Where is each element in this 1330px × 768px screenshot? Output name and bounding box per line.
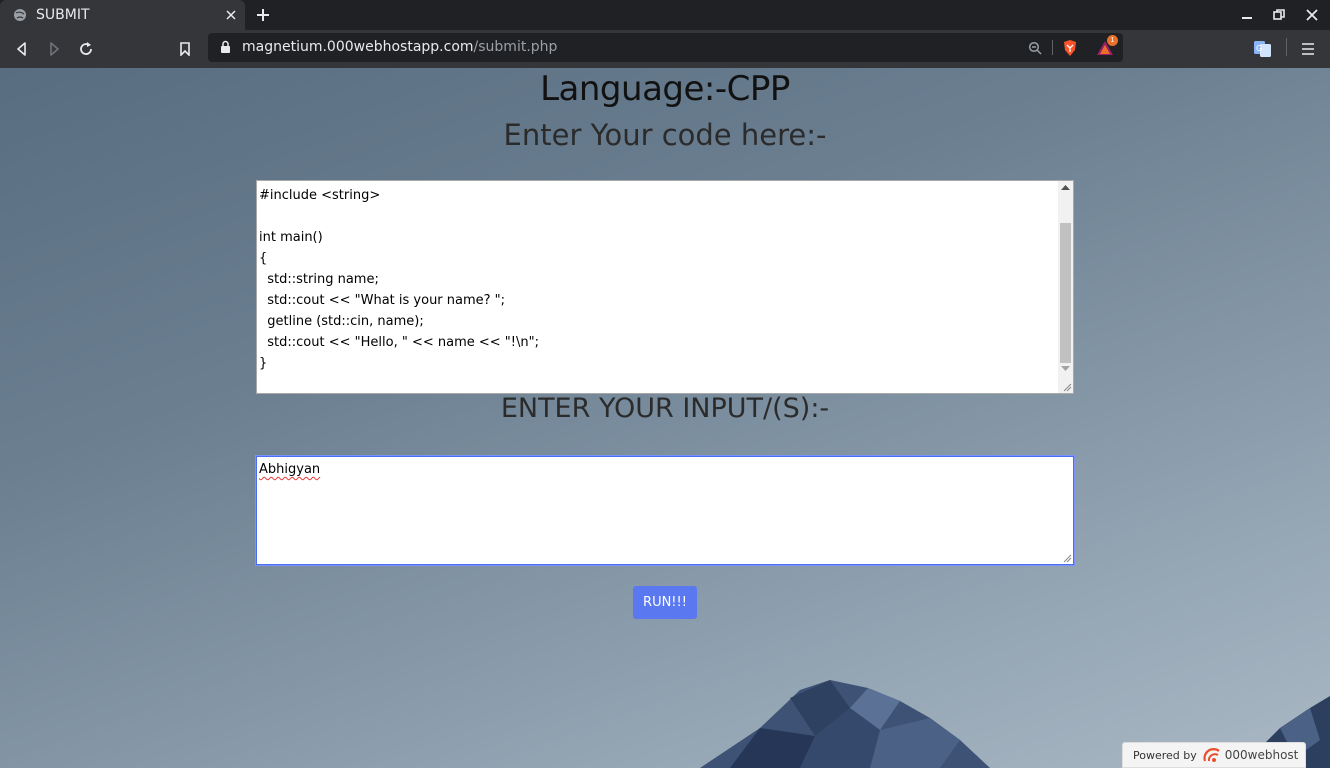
close-tab-icon[interactable] (223, 7, 239, 23)
address-bar[interactable]: magnetium.000webhostapp.com/submit.php 1 (208, 33, 1123, 62)
url-text: magnetium.000webhostapp.com/submit.php (242, 39, 557, 55)
lock-icon[interactable] (220, 40, 231, 59)
brand-text: 000webhost (1224, 748, 1299, 762)
forward-icon[interactable] (43, 38, 65, 60)
url-path: /submit.php (473, 39, 558, 55)
close-window-icon[interactable] (1301, 5, 1323, 25)
zoom-icon[interactable] (1026, 39, 1044, 57)
code-textarea[interactable]: #include <string> int main() { std::stri… (256, 180, 1074, 394)
tab-title: SUBMIT (36, 7, 90, 23)
browser-tab[interactable]: SUBMIT (0, 0, 245, 30)
input-textarea[interactable]: Abhigyan (256, 456, 1074, 565)
brave-shields-icon[interactable] (1061, 39, 1079, 57)
rewards-badge: 1 (1107, 35, 1118, 46)
new-tab-button[interactable] (253, 5, 273, 25)
menu-icon[interactable] (1297, 38, 1319, 60)
code-scrollbar[interactable] (1058, 181, 1073, 393)
page-viewport: Language:-CPP Enter Your code here:- #in… (0, 68, 1330, 768)
omnibox-divider (1052, 40, 1053, 55)
input-value: Abhigyan (259, 462, 321, 477)
brave-rewards-icon[interactable]: 1 (1096, 35, 1118, 57)
scroll-up-icon[interactable] (1061, 184, 1070, 191)
back-icon[interactable] (11, 38, 33, 60)
webhost-logo-icon (1203, 747, 1223, 763)
resize-grip-icon[interactable] (1063, 383, 1072, 392)
code-label: Enter Your code here:- (503, 118, 827, 152)
input-label: ENTER YOUR INPUT/(S):- (500, 393, 830, 424)
bookmark-icon[interactable] (174, 38, 196, 60)
resize-grip-icon[interactable] (1063, 554, 1072, 563)
scrollbar-thumb[interactable] (1060, 223, 1071, 363)
powered-by-badge[interactable]: Powered by 000webhost (1122, 742, 1306, 768)
powered-by-text: Powered by (1133, 748, 1197, 762)
minimize-icon[interactable] (1236, 5, 1258, 25)
run-button[interactable]: RUN!!! (633, 586, 697, 619)
svg-text:G: G (1256, 44, 1262, 53)
translate-icon[interactable]: G (1252, 38, 1274, 60)
reload-icon[interactable] (75, 38, 97, 60)
language-title: Language:-CPP (540, 69, 790, 109)
code-text: #include <string> int main() { std::stri… (259, 188, 539, 371)
scroll-down-icon[interactable] (1061, 365, 1070, 372)
restore-icon[interactable] (1268, 5, 1290, 25)
url-host: magnetium.000webhostapp.com (242, 39, 474, 55)
globe-icon (13, 8, 27, 22)
tab-strip: SUBMIT (0, 0, 1330, 30)
toolbar-divider (1286, 38, 1287, 56)
